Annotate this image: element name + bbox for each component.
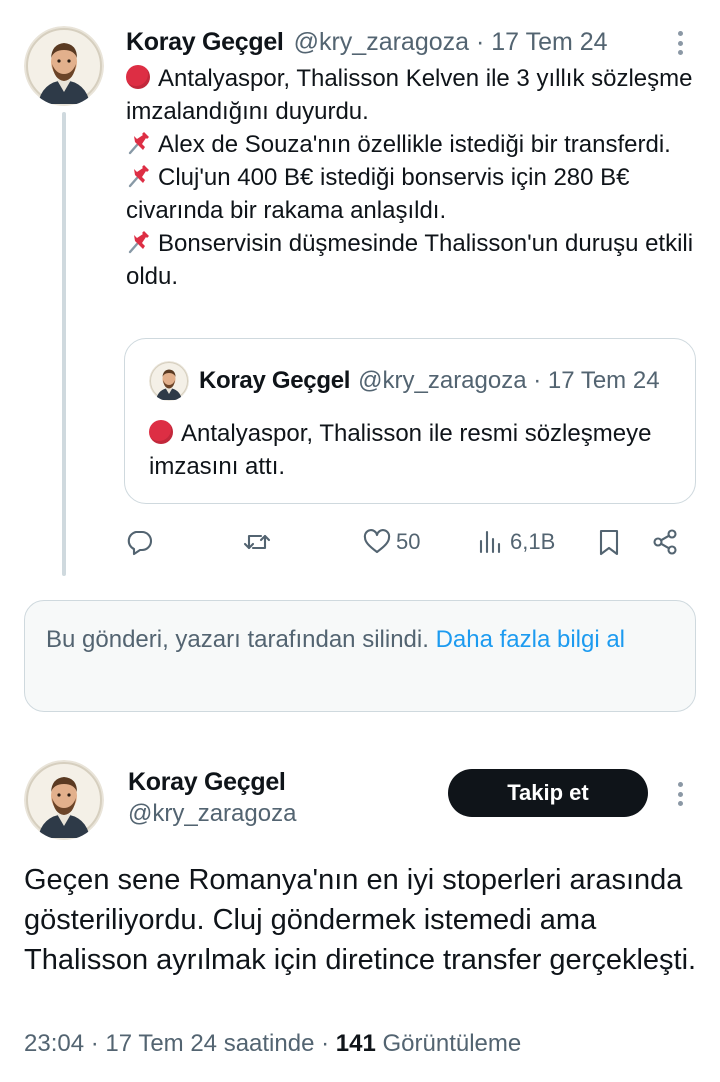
retweet-button[interactable] xyxy=(242,522,272,562)
date-separator: · xyxy=(469,27,492,56)
tweet-text: Antalyaspor, Thalisson Kelven ile 3 yıll… xyxy=(126,62,706,293)
bookmark-icon xyxy=(599,529,619,556)
pushpin-icon xyxy=(128,165,149,188)
author-handle[interactable]: @kry_zaragoza xyxy=(294,28,469,57)
reply-icon xyxy=(127,530,153,556)
tweet-header: Koray Geçgel @kry_zaragoza · 17 Tem 24 xyxy=(126,26,608,58)
like-button[interactable]: 50 xyxy=(362,522,420,562)
tweet-metadata: 23:04 · 17 Tem 24 saatinde · 141 Görüntü… xyxy=(24,1030,522,1057)
red-circle-icon xyxy=(126,65,150,89)
tweet-line-text: Cluj'un 400 B€ istediği bonservis için 2… xyxy=(126,164,630,224)
avatar-image xyxy=(24,760,104,840)
tweet-date[interactable]: 17 Tem 24 xyxy=(491,28,607,57)
tweet-line: Antalyaspor, Thalisson Kelven ile 3 yıll… xyxy=(126,62,706,128)
retweet-icon xyxy=(243,534,271,550)
quoted-tweet-text: Antalyaspor, Thalisson ile resmi sözleşm… xyxy=(149,417,679,483)
more-options-icon[interactable] xyxy=(670,28,690,58)
deleted-post-notice: Bu gönderi, yazarı tarafından silindi. D… xyxy=(24,600,696,712)
quoted-author-handle: @kry_zaragoza xyxy=(358,367,527,394)
tweet-time[interactable]: 23:04 xyxy=(24,1030,84,1057)
share-button[interactable] xyxy=(650,522,680,562)
author-name[interactable]: Koray Geçgel xyxy=(128,768,286,797)
red-circle-icon xyxy=(149,420,173,444)
learn-more-link[interactable]: Daha fazla bilgi al xyxy=(436,626,625,653)
view-count: 6,1B xyxy=(510,529,556,554)
tweet-text: Geçen sene Romanya'nın en iyi stoperleri… xyxy=(24,864,697,976)
views-label: Görüntüleme xyxy=(382,1030,522,1057)
deleted-notice-text: Bu gönderi, yazarı tarafından silindi. xyxy=(46,626,429,653)
tweet-line-text: Alex de Souza'nın özellikle istediği bir… xyxy=(158,131,671,158)
reply-button[interactable] xyxy=(124,522,154,562)
pushpin-icon xyxy=(128,132,149,155)
thread-connector-line xyxy=(62,112,66,576)
pushpin-icon xyxy=(128,231,149,254)
tweet-line-text: Bonservisin düşmesinde Thalisson'un duru… xyxy=(126,230,694,290)
quoted-text-content: Antalyaspor, Thalisson ile resmi sözleşm… xyxy=(149,420,652,480)
like-count: 50 xyxy=(396,529,421,554)
tweet-date[interactable]: 17 Tem 24 saatinde xyxy=(105,1030,314,1057)
tweet-action-bar: 50 6,1B xyxy=(124,522,696,562)
quoted-tweet-header: Koray Geçgel @kry_zaragoza · 17 Tem 24 xyxy=(199,365,660,397)
quoted-tweet-date: 17 Tem 24 xyxy=(547,367,660,394)
bookmark-button[interactable] xyxy=(594,522,624,562)
quoted-author-name: Koray Geçgel xyxy=(199,367,351,394)
tweet-line: Alex de Souza'nın özellikle istediği bir… xyxy=(126,128,706,161)
tweet-line-text: Antalyaspor, Thalisson Kelven ile 3 yıll… xyxy=(126,65,693,125)
views-button[interactable]: 6,1B xyxy=(476,522,555,562)
author-name[interactable]: Koray Geçgel xyxy=(126,28,284,57)
view-count: 141 xyxy=(335,1030,376,1057)
date-separator: · xyxy=(526,367,548,394)
avatar-image xyxy=(149,361,189,401)
heart-icon xyxy=(363,529,391,554)
follow-button[interactable]: Takip et xyxy=(448,769,648,817)
more-options-icon[interactable] xyxy=(670,779,690,809)
author-avatar[interactable] xyxy=(24,760,104,840)
quoted-author-avatar xyxy=(149,361,189,401)
analytics-icon xyxy=(479,530,501,554)
author-handle[interactable]: @kry_zaragoza xyxy=(128,800,296,828)
author-avatar[interactable] xyxy=(24,26,104,106)
tweet-line: Bonservisin düşmesinde Thalisson'un duru… xyxy=(126,227,706,293)
tweet-line: Cluj'un 400 B€ istediği bonservis için 2… xyxy=(126,161,706,227)
quoted-tweet-card[interactable]: Koray Geçgel @kry_zaragoza · 17 Tem 24 A… xyxy=(124,338,696,504)
share-icon xyxy=(653,529,677,555)
avatar-image xyxy=(24,26,104,106)
